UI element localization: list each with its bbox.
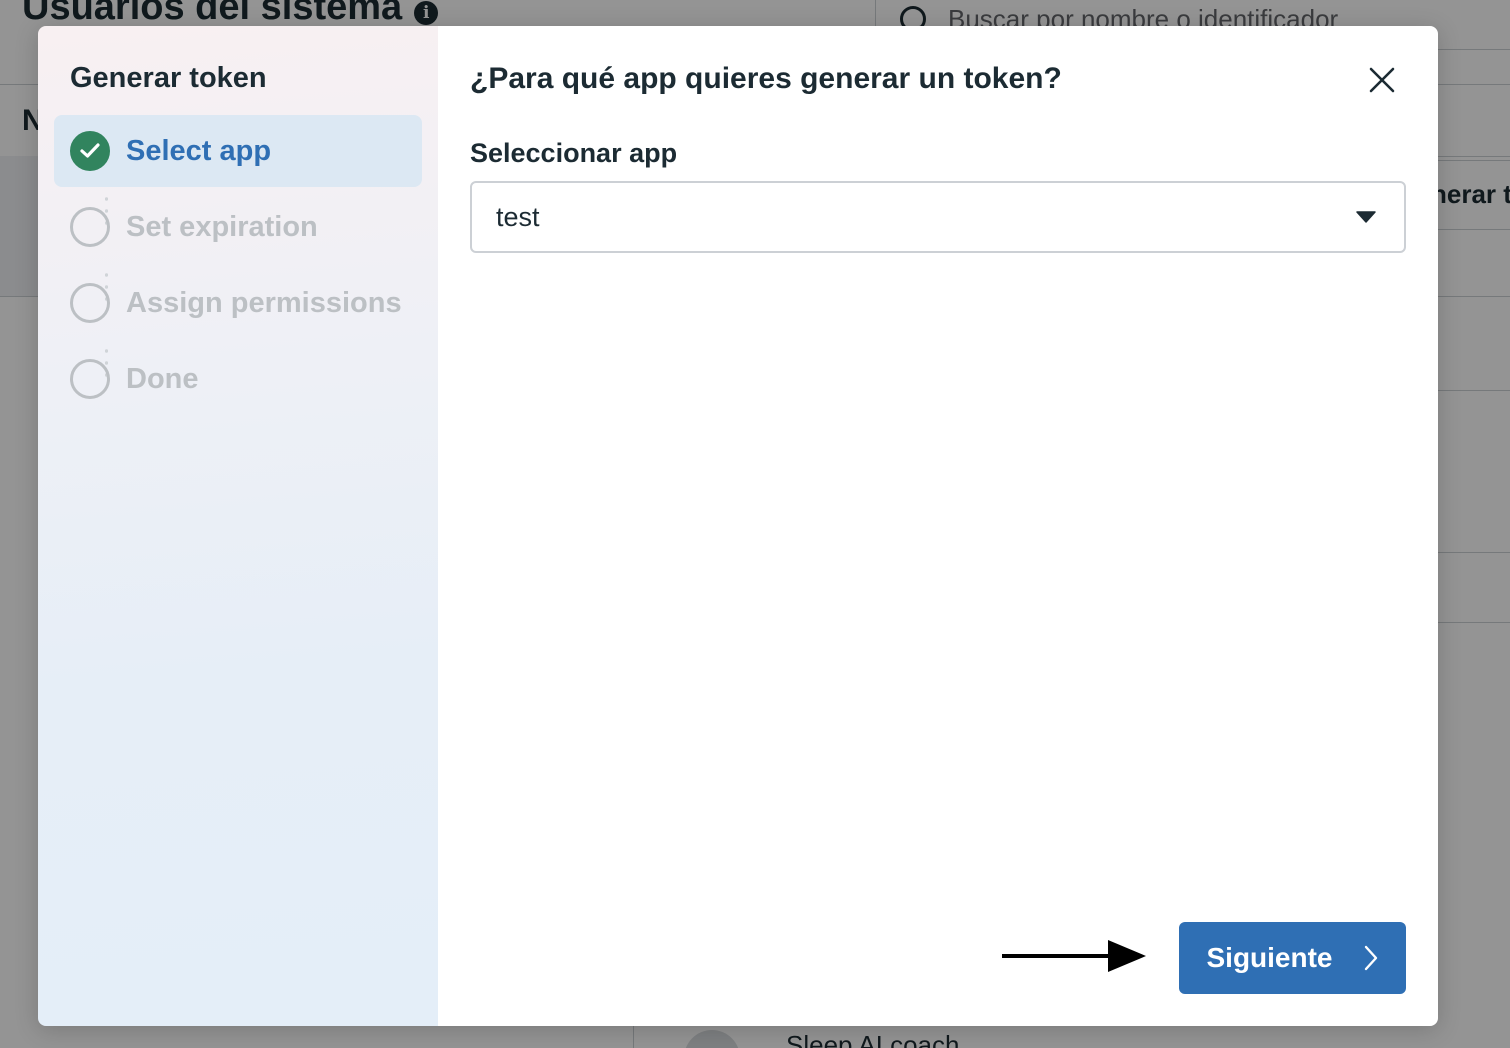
app-select[interactable]: test — [470, 181, 1406, 253]
dialog-heading: ¿Para qué app quieres generar un token? — [470, 62, 1062, 95]
step-label: Set expiration — [126, 210, 318, 243]
step-assign-permissions: Assign permissions — [54, 267, 422, 339]
step-label: Select app — [126, 134, 272, 167]
caret-down-icon — [1356, 211, 1376, 223]
stepper: Select app Set expiration Assign permiss… — [54, 115, 422, 415]
dialog-content: ¿Para qué app quieres generar un token? … — [438, 26, 1438, 1026]
chevron-right-icon — [1364, 945, 1377, 971]
check-icon — [70, 131, 110, 171]
step-done: Done — [54, 343, 422, 415]
app-select-value: test — [496, 201, 540, 232]
step-circle-icon — [70, 283, 110, 323]
close-icon[interactable] — [1366, 64, 1398, 96]
next-button-label: Siguiente — [1206, 942, 1333, 973]
arrow-right-icon — [1002, 940, 1146, 972]
step-label: Assign permissions — [126, 286, 402, 319]
step-circle-icon — [70, 207, 110, 247]
next-button[interactable]: Siguiente — [1179, 922, 1406, 994]
step-set-expiration: Set expiration — [54, 191, 422, 263]
step-label: Done — [126, 362, 199, 395]
step-circle-icon — [70, 359, 110, 399]
dialog-sidebar: Generar token Select app Set expiration … — [38, 26, 438, 1026]
step-select-app[interactable]: Select app — [54, 115, 422, 187]
select-app-label: Seleccionar app — [470, 138, 678, 168]
generate-token-dialog: Generar token Select app Set expiration … — [38, 26, 1438, 1026]
sidebar-title: Generar token — [70, 62, 267, 94]
